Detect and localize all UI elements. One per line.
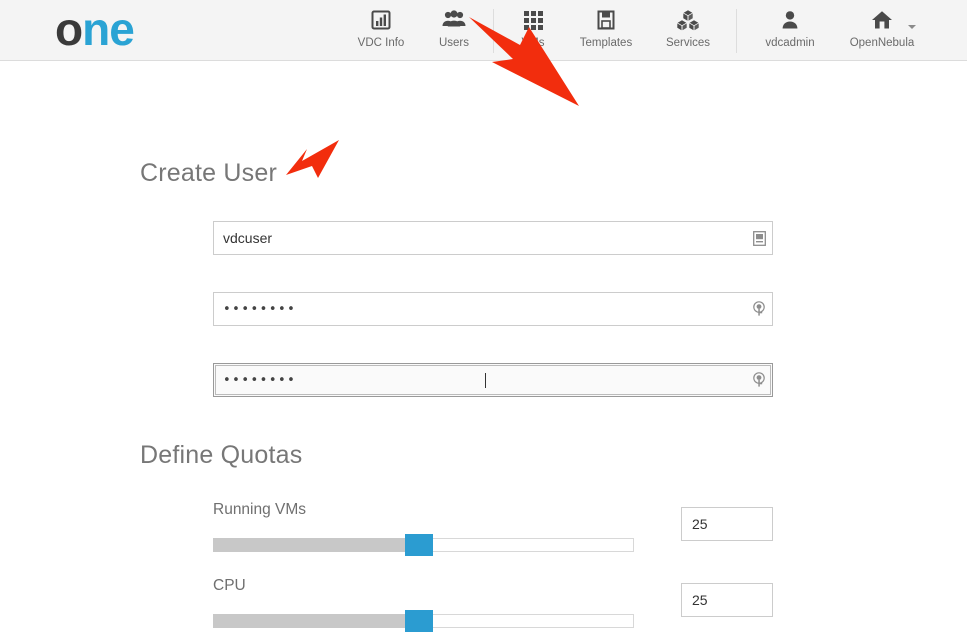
quota-label-cpu: CPU [213,577,246,594]
nav-divider-1 [493,9,494,53]
nav-label-templates: Templates [579,37,633,49]
text-cursor [484,372,486,388]
page-title-create-user: Create User [140,159,277,187]
floppy-disk-icon [565,8,647,32]
contact-card-icon[interactable] [746,230,772,246]
nav-divider-2 [736,9,737,53]
nav-label-users: Users [438,37,470,49]
nav-label-vdc-info: VDC Info [357,37,405,49]
users-icon [422,8,486,32]
chevron-down-icon[interactable] [908,25,916,29]
nav-item-users[interactable]: Users [422,0,486,49]
quota-slider-cpu[interactable] [213,610,634,632]
nav-item-vms[interactable]: VMs [501,0,565,49]
slider-handle[interactable] [405,534,434,556]
logo-letters-ne: ne [82,3,135,55]
username-field[interactable]: vdcuser [213,221,773,255]
confirm-password-value: •••••••• [223,372,297,388]
nav-item-services[interactable]: Services [647,0,729,49]
nav-label-opennebula: OpenNebula [849,37,915,49]
bar-chart-icon [340,8,422,32]
quota-value-cpu: 25 [692,592,708,608]
nav-item-vdcadmin[interactable]: vdcadmin [744,0,836,49]
username-value: vdcuser [223,230,273,246]
nav-label-vdcadmin: vdcadmin [765,37,815,49]
page-title-define-quotas: Define Quotas [140,441,303,469]
user-icon [744,8,836,32]
nav-item-vdc-info[interactable]: VDC Info [340,0,422,49]
grid-icon [501,8,565,32]
password-field[interactable]: •••••••• [213,292,773,326]
logo-letter-o: o [55,3,83,55]
nav-label-services: Services [665,37,711,49]
quota-slider-running-vms[interactable] [213,534,634,556]
cubes-icon [647,8,729,32]
quota-input-cpu[interactable]: 25 [681,583,773,617]
opennebula-logo[interactable]: one [55,3,135,55]
nav-item-opennebula[interactable]: OpenNebula [836,0,928,49]
slider-fill [213,614,420,628]
key-icon[interactable] [746,372,772,388]
confirm-password-field[interactable]: •••••••• [213,363,773,397]
quota-value-running-vms: 25 [692,516,708,532]
app-header: one VDC Info Users VMs Templates Service… [0,0,967,61]
main-navigation: VDC Info Users VMs Templates Services vd… [340,0,928,61]
quota-input-running-vms[interactable]: 25 [681,507,773,541]
arrow-to-username-field [286,140,339,178]
password-value: •••••••• [223,301,297,317]
nav-item-templates[interactable]: Templates [565,0,647,49]
key-icon[interactable] [746,301,772,317]
slider-handle[interactable] [405,610,434,632]
nav-label-vms: VMs [521,37,545,49]
quota-label-running-vms: Running VMs [213,501,307,518]
slider-fill [213,538,420,552]
